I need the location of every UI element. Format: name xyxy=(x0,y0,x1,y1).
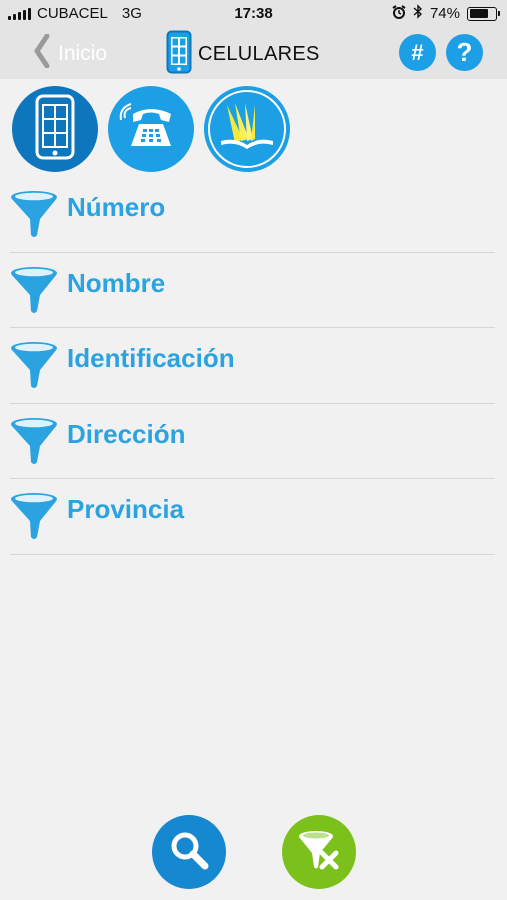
filter-label: Dirección xyxy=(67,418,186,449)
category-mobile-button[interactable] xyxy=(12,86,98,172)
filter-row-direccion[interactable]: Dirección xyxy=(10,404,495,480)
back-chevron-icon xyxy=(34,33,50,73)
filter-row-nombre[interactable]: Nombre xyxy=(10,253,495,329)
page-title-text: CELULARES xyxy=(198,43,320,65)
funnel-clear-icon xyxy=(296,827,342,878)
funnel-icon xyxy=(10,340,60,395)
magnifier-icon xyxy=(167,828,211,877)
filter-label: Nombre xyxy=(67,267,166,298)
status-bar: CUBACEL 3G 17:38 74% xyxy=(0,0,507,28)
back-button[interactable]: Inicio xyxy=(34,33,108,73)
filter-list: Número Nombre Identificación Dirección P… xyxy=(10,177,495,555)
status-right: 74% xyxy=(392,4,500,23)
funnel-icon xyxy=(10,416,60,471)
help-button[interactable]: ? xyxy=(446,34,483,71)
category-landline-button[interactable] xyxy=(108,86,194,172)
mobile-phone-icon xyxy=(35,94,75,165)
back-label: Inicio xyxy=(58,41,108,65)
filter-row-provincia[interactable]: Provincia xyxy=(10,479,495,555)
alarm-icon xyxy=(392,4,406,23)
clear-filters-button[interactable] xyxy=(282,815,356,889)
hash-button[interactable]: # xyxy=(399,34,436,71)
category-directory-ring xyxy=(208,90,286,168)
filter-label: Número xyxy=(67,192,166,222)
page-title: CELULARES xyxy=(166,30,320,79)
navigation-bar: Inicio CELULARES # ? xyxy=(0,28,507,79)
book-icon xyxy=(217,99,277,160)
battery-icon xyxy=(467,6,500,21)
funnel-icon xyxy=(10,189,60,244)
filter-row-identificacion[interactable]: Identificación xyxy=(10,328,495,404)
category-directory-button[interactable] xyxy=(204,86,290,172)
funnel-icon xyxy=(10,491,60,546)
filter-label: Provincia xyxy=(67,494,185,525)
bluetooth-icon xyxy=(413,4,423,23)
filter-label: Identificación xyxy=(67,343,235,374)
filter-row-numero[interactable]: Número xyxy=(10,177,495,253)
mobile-phone-icon xyxy=(166,30,192,79)
battery-fill xyxy=(469,9,488,18)
funnel-icon xyxy=(10,265,60,320)
battery-percent: 74% xyxy=(429,5,460,22)
telephone-icon xyxy=(119,102,183,157)
search-button[interactable] xyxy=(152,815,226,889)
